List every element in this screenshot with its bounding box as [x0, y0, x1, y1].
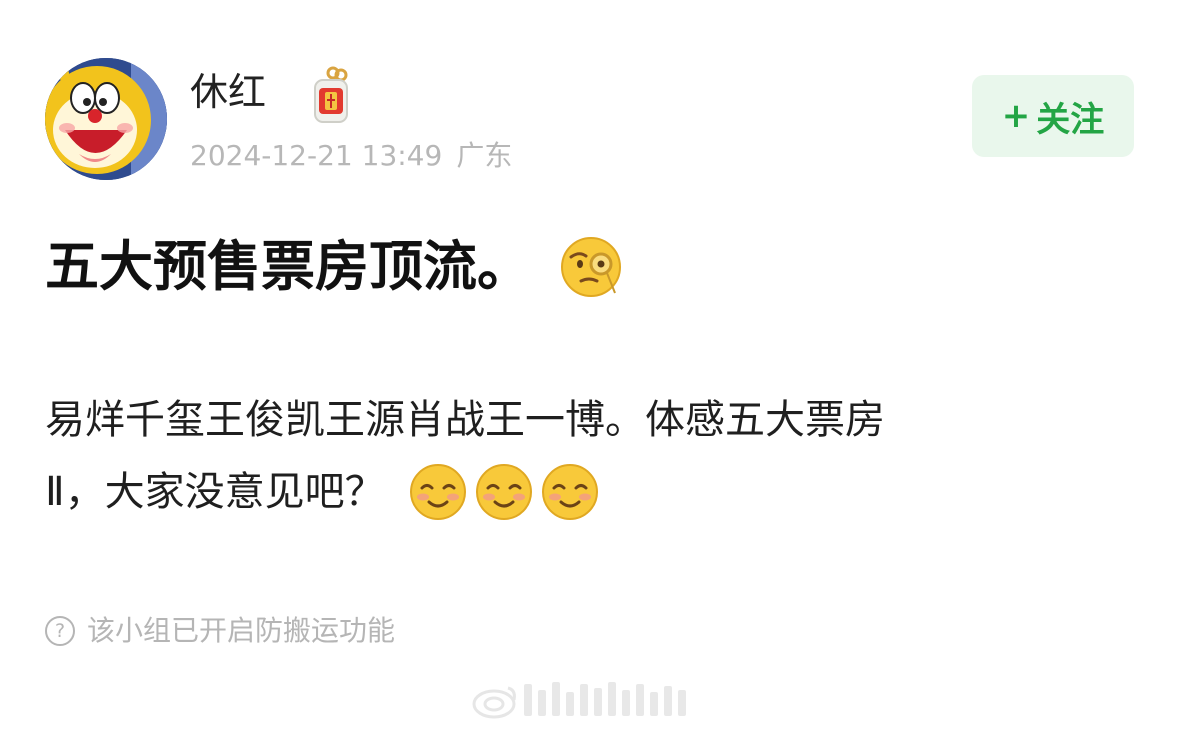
follow-button[interactable]: + 关注: [972, 75, 1134, 157]
post-body-line: Ⅱ，大家没意见吧？: [45, 456, 1145, 528]
plus-icon: +: [1001, 96, 1031, 136]
post-body: 易烊千玺王俊凯王源肖战王一博。体感五大票房 Ⅱ，大家没意见吧？: [45, 384, 1145, 528]
post-meta: 2024-12-21 13:49 广东: [190, 136, 512, 176]
question-circle-icon: ?: [45, 616, 75, 646]
post-title-text: 五大预售票房顶流。: [45, 235, 531, 298]
doraemon-avatar-icon: [45, 58, 167, 180]
smiling-face-emoji: [475, 463, 533, 521]
post-timestamp: 2024-12-21 13:49: [190, 139, 443, 172]
face-with-monocle-emoji: [559, 235, 623, 299]
post-location: 广东: [456, 139, 513, 172]
post-body-line: 易烊千玺王俊凯王源肖战王一博。体感五大票房: [45, 397, 885, 443]
avatar[interactable]: [45, 58, 167, 180]
follow-button-label: 关注: [1036, 99, 1105, 140]
lucky-charm-icon: [303, 66, 359, 126]
smiling-face-emoji: [541, 463, 599, 521]
smiling-face-emoji: [409, 463, 467, 521]
notice-text: 该小组已开启防搬运功能: [87, 614, 396, 647]
author-name[interactable]: 休红: [190, 66, 266, 118]
post-title: 五大预售票房顶流。: [45, 234, 623, 300]
watermark: [468, 678, 706, 722]
anti-repost-notice[interactable]: ? 该小组已开启防搬运功能: [45, 611, 395, 651]
post-body-text: Ⅱ，大家没意见吧？: [45, 469, 385, 515]
